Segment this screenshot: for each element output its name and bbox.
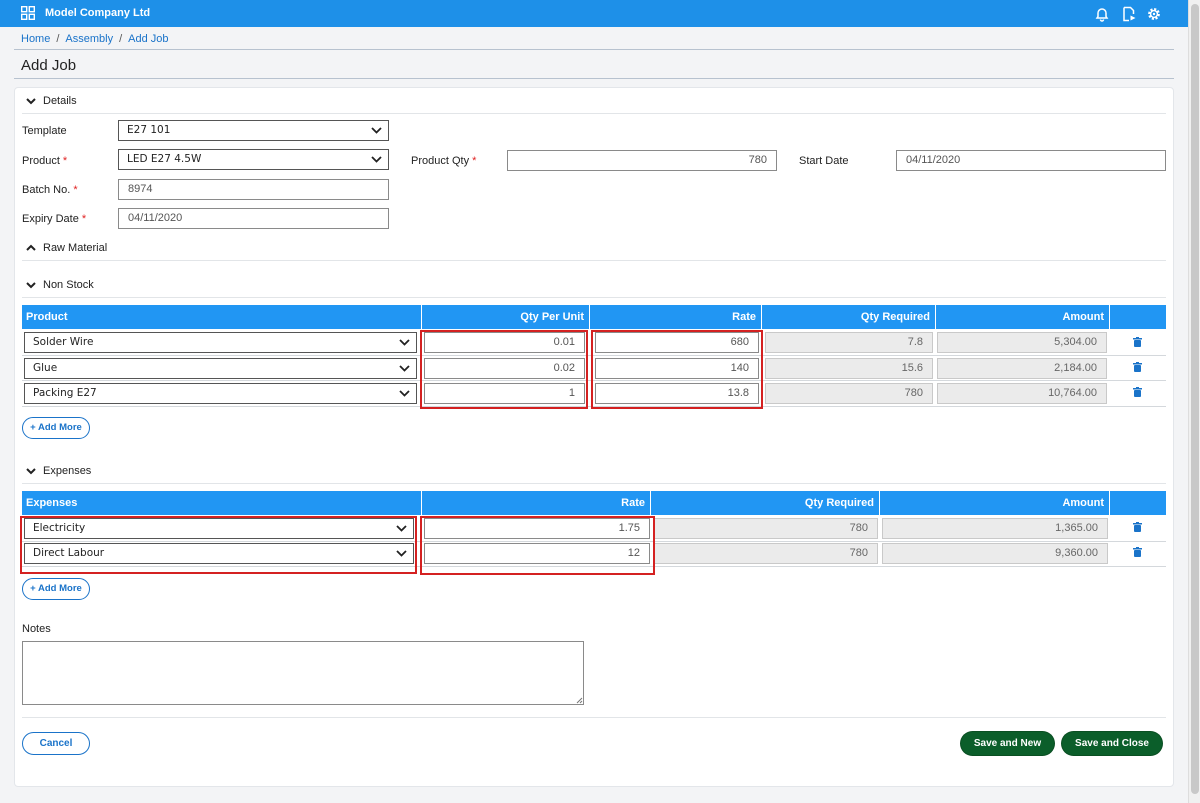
highlight-box [591,330,763,409]
non-stock-table-header: Product Qty Per Unit Rate Qty Required A… [22,305,1166,329]
non-stock-product-select[interactable]: Glue [24,358,417,379]
expenses-section-label: Expenses [43,465,92,477]
non-stock-product-select[interactable]: Packing E27 [24,383,417,404]
breadcrumb-add-job[interactable]: Add Job [128,33,168,45]
divider [14,49,1174,50]
col-expenses: Expenses [22,491,422,515]
page-title: Add Job [21,57,77,74]
col-qty-required: Qty Required [651,491,880,515]
apps-grid-icon[interactable] [21,6,35,20]
non-stock-product-select[interactable]: Solder Wire [24,332,417,353]
col-actions [1110,305,1166,329]
product-qty-label: Product Qty * [411,155,477,167]
col-qty-per-unit: Qty Per Unit [422,305,590,329]
divider [22,260,1166,261]
top-bar: Model Company Ltd [0,0,1188,27]
expiry-date-label: Expiry Date * [22,213,87,225]
amount-value: 9,360.00 [882,543,1108,564]
product-value: LED E27 4.5W [127,153,202,165]
document-play-icon[interactable] [1121,6,1137,22]
col-amount: Amount [880,491,1110,515]
amount-value: 2,184.00 [937,358,1107,379]
trash-icon[interactable] [1133,547,1142,557]
trash-icon[interactable] [1133,337,1142,347]
trash-icon[interactable] [1133,362,1142,372]
save-and-close-button[interactable]: Save and Close [1062,732,1162,755]
chevron-up-icon [26,244,36,251]
chevron-down-icon [399,365,410,372]
notes-label: Notes [22,623,51,635]
qty-required-value: 780 [653,543,878,564]
gear-icon[interactable] [1146,6,1162,22]
cancel-button[interactable]: Cancel [22,732,90,755]
highlight-box [20,516,417,574]
template-label: Template [22,125,67,137]
template-select[interactable]: E27 101 [118,120,389,141]
notes-textarea[interactable] [22,641,584,705]
amount-value: 1,365.00 [882,518,1108,539]
chevron-down-icon [371,156,382,163]
breadcrumb-home[interactable]: Home [21,33,50,45]
qty-required-value: 15.6 [765,358,933,379]
expenses-table-header: Expenses Rate Qty Required Amount [22,491,1166,515]
highlight-box [420,516,655,575]
chevron-down-icon [371,127,382,134]
breadcrumb-assembly[interactable]: Assembly [65,33,113,45]
divider [14,78,1174,79]
batch-no-input[interactable]: 8974 [118,179,389,200]
resize-grip-icon[interactable] [576,697,583,704]
details-section-toggle[interactable]: Details [26,95,126,108]
details-section-label: Details [43,95,77,107]
chevron-down-icon [399,339,410,346]
product-value: Packing E27 [33,387,97,399]
product-value: Solder Wire [33,336,94,348]
qty-required-value: 780 [765,383,933,404]
divider [22,717,1166,718]
col-amount: Amount [936,305,1110,329]
company-name: Model Company Ltd [45,7,151,19]
start-date-input[interactable]: 04/11/2020 [896,150,1166,171]
qty-required-value: 7.8 [765,332,933,353]
product-label: Product * [22,155,68,167]
raw-material-section-label: Raw Material [43,242,108,254]
page-scrollbar[interactable] [1188,0,1200,803]
col-rate: Rate [590,305,762,329]
divider [22,297,1166,298]
expenses-section-toggle[interactable]: Expenses [26,465,146,478]
qty-required-value: 780 [653,518,878,539]
raw-material-section-toggle[interactable]: Raw Material [26,242,146,255]
col-actions [1110,491,1166,515]
add-more-expenses-button[interactable]: + Add More [22,578,90,600]
save-and-new-button[interactable]: Save and New [961,732,1054,755]
product-qty-input[interactable]: 780 [507,150,777,171]
start-date-label: Start Date [799,155,849,167]
chevron-down-icon [399,390,410,397]
scrollbar-thumb[interactable] [1191,4,1199,794]
divider [22,483,1166,484]
amount-value: 10,764.00 [937,383,1107,404]
bell-icon[interactable] [1094,6,1110,22]
expiry-date-input[interactable]: 04/11/2020 [118,208,389,229]
col-qty-required: Qty Required [762,305,936,329]
amount-value: 5,304.00 [937,332,1107,353]
add-more-non-stock-button[interactable]: + Add More [22,417,90,439]
breadcrumb: Home / Assembly / Add Job [21,33,169,45]
batch-no-label: Batch No. * [22,184,78,196]
template-value: E27 101 [127,124,171,136]
trash-icon[interactable] [1133,522,1142,532]
non-stock-section-toggle[interactable]: Non Stock [26,279,146,292]
col-product: Product [22,305,422,329]
col-rate: Rate [422,491,651,515]
product-select[interactable]: LED E27 4.5W [118,149,389,170]
chevron-down-icon [26,282,36,289]
chevron-down-icon [26,468,36,475]
chevron-down-icon [26,98,36,105]
trash-icon[interactable] [1133,387,1142,397]
product-value: Glue [33,362,58,374]
divider [22,113,1166,114]
highlight-box [420,330,588,409]
non-stock-section-label: Non Stock [43,279,94,291]
